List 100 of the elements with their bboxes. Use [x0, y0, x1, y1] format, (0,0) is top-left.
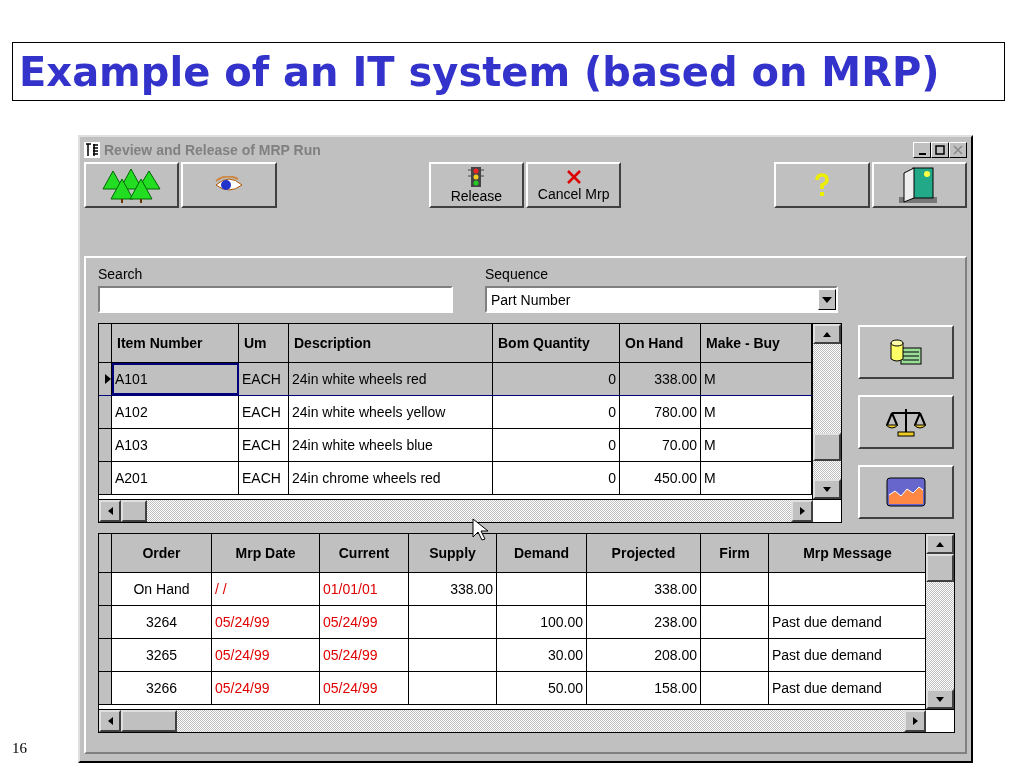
- row-header[interactable]: [99, 573, 112, 605]
- column-header[interactable]: Firm: [701, 534, 769, 572]
- cancel-mrp-button[interactable]: Cancel Mrp: [526, 162, 622, 208]
- table-cell: 05/24/99: [212, 606, 320, 638]
- table-cell: 0: [493, 363, 620, 395]
- column-header[interactable]: Demand: [497, 534, 587, 572]
- table-cell: 70.00: [620, 429, 701, 461]
- table-cell: 24in white wheels blue: [289, 429, 493, 461]
- exit-button[interactable]: [871, 162, 967, 208]
- scroll-left-arrow-icon: [107, 717, 113, 725]
- table-cell: / /: [212, 573, 320, 605]
- help-button[interactable]: [774, 162, 870, 208]
- scroll-thumb[interactable]: [813, 433, 841, 461]
- table-cell: 24in chrome wheels red: [289, 462, 493, 494]
- traffic-light-icon: [468, 166, 485, 188]
- column-header[interactable]: Description: [289, 324, 493, 362]
- table-cell: 0: [493, 429, 620, 461]
- table-row[interactable]: On Hand / / 01/01/01 338.00 338.00: [99, 573, 926, 606]
- view-button[interactable]: [181, 162, 277, 208]
- column-header[interactable]: Bom Quantity: [493, 324, 620, 362]
- table-cell: M: [701, 429, 812, 461]
- table-cell: 05/24/99: [320, 639, 409, 671]
- table-cell: 30.00: [497, 639, 587, 671]
- table-row[interactable]: A201 EACH 24in chrome wheels red 0 450.00 M: [99, 462, 812, 495]
- close-button[interactable]: [949, 142, 967, 158]
- row-header[interactable]: [99, 462, 112, 494]
- table-cell: A201: [112, 462, 239, 494]
- sequence-dropdown[interactable]: Part Number: [485, 286, 838, 313]
- table-cell: M: [701, 396, 812, 428]
- scales-button[interactable]: [858, 395, 954, 449]
- column-header[interactable]: Supply: [409, 534, 497, 572]
- window-title: Review and Release of MRP Run: [104, 142, 321, 158]
- table-cell: 50.00: [497, 672, 587, 704]
- table-cell: EACH: [239, 462, 289, 494]
- scales-icon: [886, 406, 926, 438]
- table-cell: 0: [493, 396, 620, 428]
- table-row[interactable]: A101 EACH 24in white wheels red 0 338.00 M: [99, 363, 812, 396]
- table-cell: 450.00: [620, 462, 701, 494]
- horizontal-scrollbar[interactable]: [99, 499, 841, 522]
- table-cell: 238.00: [587, 606, 701, 638]
- table-cell: 24in white wheels red: [289, 363, 493, 395]
- trees-icon: [100, 167, 163, 203]
- row-header[interactable]: [99, 429, 112, 461]
- table-cell: 780.00: [620, 396, 701, 428]
- table-cell: 05/24/99: [212, 672, 320, 704]
- column-header[interactable]: Projected: [587, 534, 701, 572]
- scroll-left-arrow-icon: [107, 507, 113, 515]
- minimize-button[interactable]: [913, 142, 931, 158]
- column-header[interactable]: Make - Buy: [701, 324, 812, 362]
- vertical-scrollbar[interactable]: [925, 534, 954, 709]
- table-row[interactable]: 3265 05/24/99 05/24/99 30.00 208.00 Past due demand: [99, 639, 926, 672]
- table-row[interactable]: A103 EACH 24in white wheels blue 0 70.00 M: [99, 429, 812, 462]
- chart-icon: [886, 477, 926, 507]
- scroll-thumb[interactable]: [121, 500, 147, 522]
- table-cell: EACH: [239, 396, 289, 428]
- table-row[interactable]: A102 EACH 24in white wheels yellow 0 780.00 M: [99, 396, 812, 429]
- table-cell: 338.00: [620, 363, 701, 395]
- search-label: Search: [98, 266, 144, 282]
- table-cell: A101: [112, 363, 239, 395]
- column-header[interactable]: Um: [239, 324, 289, 362]
- table-row[interactable]: 3264 05/24/99 05/24/99 100.00 238.00 Past due demand: [99, 606, 926, 639]
- close-icon: [953, 145, 963, 155]
- row-header[interactable]: [99, 606, 112, 638]
- trees-button[interactable]: [84, 162, 180, 208]
- cross-icon: [564, 168, 583, 186]
- chart-button[interactable]: [858, 465, 954, 519]
- table-cell: M: [701, 363, 812, 395]
- page-number: 16: [11, 740, 28, 757]
- release-button[interactable]: Release: [428, 162, 524, 208]
- column-header[interactable]: Current: [320, 534, 409, 572]
- table-cell: EACH: [239, 429, 289, 461]
- scroll-thumb[interactable]: [926, 554, 954, 582]
- column-header[interactable]: Item Number: [112, 324, 239, 362]
- minimize-icon: [918, 153, 926, 155]
- row-header[interactable]: [99, 639, 112, 671]
- help-icon: [813, 173, 830, 197]
- table-cell: On Hand: [112, 573, 212, 605]
- column-header[interactable]: Mrp Date: [212, 534, 320, 572]
- table-row[interactable]: 3266 05/24/99 05/24/99 50.00 158.00 Past due demand: [99, 672, 926, 705]
- scroll-right-arrow-icon: [799, 507, 805, 515]
- row-header[interactable]: [99, 396, 112, 428]
- table-cell: 3266: [112, 672, 212, 704]
- table-cell: 01/01/01: [320, 573, 409, 605]
- maximize-button[interactable]: [931, 142, 949, 158]
- sequence-label: Sequence: [485, 266, 550, 282]
- table-cell: 05/24/99: [320, 672, 409, 704]
- row-header[interactable]: [99, 672, 112, 704]
- current-row-icon: [105, 374, 111, 384]
- table-cell: 100.00: [497, 606, 587, 638]
- column-header[interactable]: Order: [112, 534, 212, 572]
- dropdown-arrow-icon: [822, 296, 832, 303]
- scroll-thumb[interactable]: [121, 710, 177, 732]
- column-header[interactable]: On Hand: [620, 324, 701, 362]
- slide-title: Example of an IT system (based on MRP): [19, 48, 940, 95]
- table-cell: EACH: [239, 363, 289, 395]
- vertical-scrollbar[interactable]: [812, 324, 841, 499]
- search-field[interactable]: [98, 286, 453, 313]
- horizontal-scrollbar[interactable]: [99, 709, 954, 732]
- cylinder-list-button[interactable]: [858, 325, 954, 379]
- door-icon: [899, 165, 940, 205]
